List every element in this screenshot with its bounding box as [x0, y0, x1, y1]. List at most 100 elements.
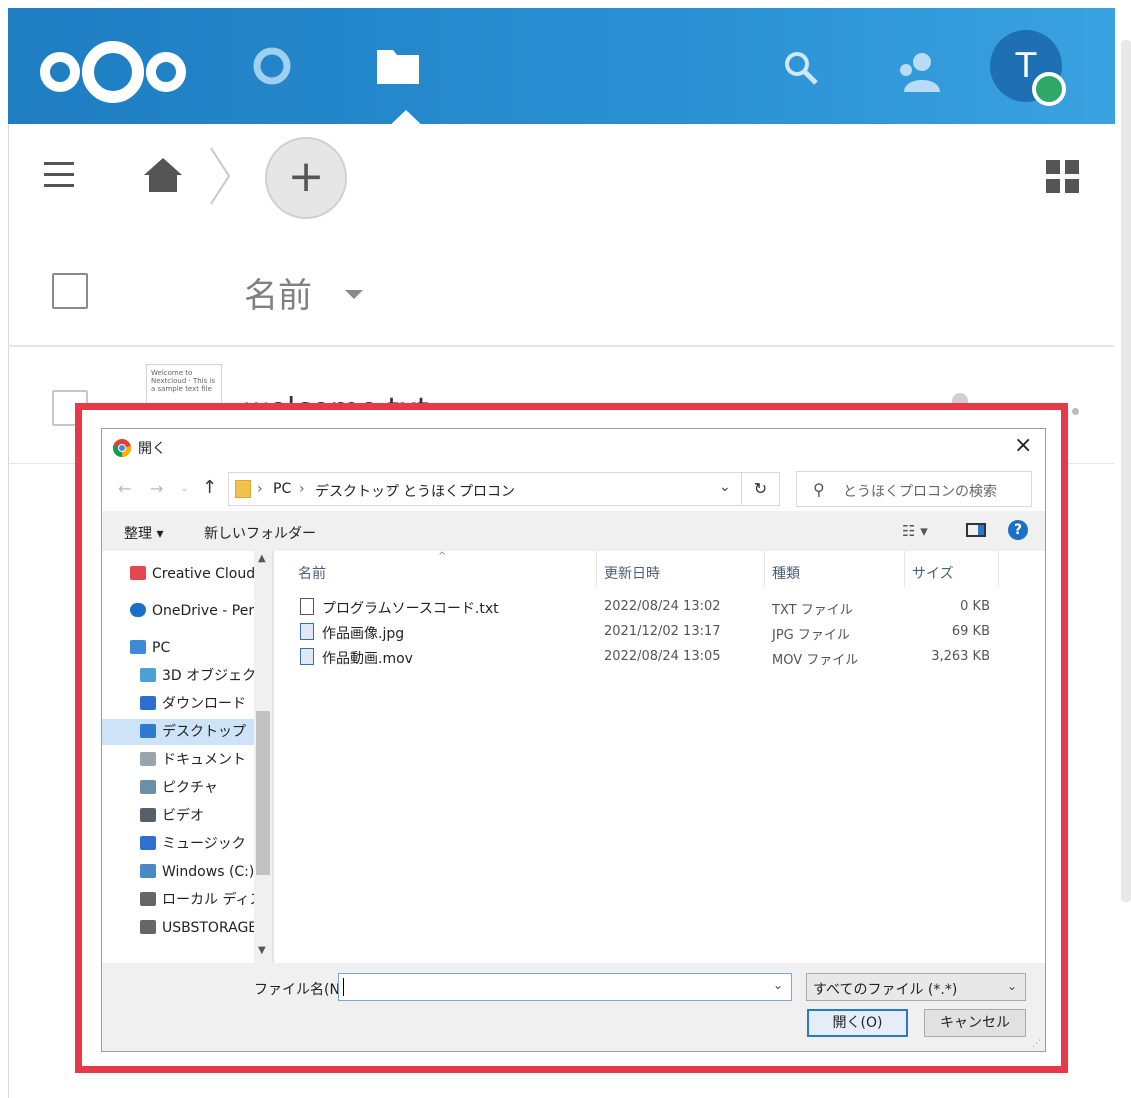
nav-item[interactable]: 3D オブジェクト [102, 663, 254, 689]
files-folder-icon[interactable] [377, 46, 419, 84]
chevron-icon[interactable]: › [299, 481, 305, 497]
nav-item-label: ローカル ディスク [162, 892, 254, 908]
nav-item[interactable]: ローカル ディスク [102, 887, 254, 913]
active-app-indicator [383, 110, 429, 132]
file-type: TXT ファイル [772, 603, 853, 618]
name-column-header[interactable]: 名前 [244, 268, 312, 317]
image-file-icon [300, 623, 314, 640]
file-list: ^ 名前 更新日時 種類 サイズ プログラムソースコード.txt 2022/08/… [274, 551, 1045, 963]
column-separator[interactable] [596, 551, 597, 587]
file-row[interactable]: 作品動画.mov 2022/08/24 13:05 MOV ファイル 3,263 KB [274, 645, 1045, 669]
file-row[interactable]: 作品画像.jpg 2021/12/02 13:17 JPG ファイル 69 KB [274, 620, 1045, 644]
nav-item[interactable]: OneDrive - Personal [102, 598, 254, 624]
nav-item-label: ビデオ [162, 808, 204, 824]
onedrive-icon [130, 603, 146, 617]
menu-icon[interactable] [44, 160, 74, 190]
nav-item[interactable]: デスクトップ [102, 719, 254, 745]
column-header-name[interactable]: 名前 [298, 563, 326, 583]
filename-label: ファイル名(N): [254, 982, 351, 998]
forward-arrow-icon[interactable]: → [150, 479, 163, 498]
column-separator[interactable] [998, 551, 999, 587]
navigation-pane: Creative Cloud Files OneDrive - Personal P… [102, 551, 272, 963]
resize-grip-icon[interactable]: ⋰ [1032, 1039, 1041, 1049]
search-icon[interactable] [783, 50, 819, 86]
navigation-bar: ← → ⌄ ↑ › PC › デスクトップ › とうほくプロコン ⌄ ↻ ⚲ と… [102, 465, 1045, 511]
nav-item[interactable]: Windows (C:) [102, 859, 254, 885]
column-header-date[interactable]: 更新日時 [604, 563, 660, 583]
help-icon[interactable]: ? [1008, 520, 1028, 540]
filetype-value: すべてのファイル (*.*) [813, 982, 958, 998]
chevron-down-icon[interactable]: ⌄ [719, 479, 731, 495]
up-arrow-icon[interactable]: ↑ [202, 477, 217, 498]
file-row[interactable]: プログラムソースコード.txt 2022/08/24 13:02 TXT ファイル 0… [274, 595, 1045, 619]
column-separator[interactable] [904, 551, 905, 587]
view-options-icon[interactable]: ☷ ▾ [902, 522, 928, 540]
cancel-button[interactable]: キャンセル [924, 1009, 1026, 1037]
scroll-down-icon[interactable]: ▼ [258, 945, 266, 956]
row-menu-icon[interactable] [1072, 408, 1079, 415]
nav-item[interactable]: ビデオ [102, 803, 254, 829]
scroll-up-icon[interactable]: ▲ [258, 553, 266, 564]
close-icon[interactable]: × [1014, 433, 1032, 458]
recent-locations-icon[interactable]: ⌄ [180, 483, 188, 494]
download-icon [140, 696, 156, 710]
nav-item[interactable]: USBSTORAGE [102, 915, 254, 941]
folder-icon [235, 480, 251, 498]
address-bar[interactable]: › PC › デスクトップ › とうほくプロコン ⌄ [228, 472, 742, 506]
organize-button[interactable]: 整理 ▾ [124, 523, 163, 543]
new-folder-button[interactable]: 新しいフォルダー [204, 523, 316, 543]
select-all-checkbox[interactable] [52, 273, 88, 309]
home-icon[interactable] [144, 158, 182, 192]
local-disk-icon [140, 892, 156, 906]
nav-item[interactable]: PC [102, 635, 254, 661]
dialog-title-bar[interactable]: 開く × [102, 429, 1045, 465]
nav-item-label: PC [152, 640, 171, 656]
preview-pane-icon[interactable] [966, 523, 986, 537]
top-header [8, 8, 1115, 132]
search-input[interactable]: ⚲ とうほくプロコンの検索 [796, 471, 1032, 507]
file-type: MOV ファイル [772, 653, 859, 668]
column-separator[interactable] [764, 551, 765, 587]
search-icon: ⚲ [813, 480, 825, 499]
column-header-size[interactable]: サイズ [912, 563, 954, 583]
refresh-icon[interactable]: ↻ [742, 472, 780, 506]
chevron-down-icon[interactable]: ⌄ [773, 978, 783, 992]
nav-item-label: ドキュメント [162, 752, 246, 768]
page-scrollbar[interactable] [1121, 40, 1131, 902]
video-icon [140, 808, 156, 822]
grid-view-icon[interactable] [1046, 160, 1080, 194]
nav-item-label: ピクチャ [162, 780, 218, 796]
breadcrumb-current[interactable]: とうほくプロコン [403, 481, 515, 501]
creative-cloud-icon [130, 566, 146, 580]
scroll-thumb[interactable] [256, 711, 270, 875]
dashboard-icon[interactable] [252, 46, 292, 86]
column-header-type[interactable]: 種類 [772, 563, 800, 583]
nav-item-label: USBSTORAGE [162, 920, 254, 936]
nav-item[interactable]: Creative Cloud Files [102, 561, 254, 587]
pc-icon [130, 640, 146, 654]
nav-item-label: 3D オブジェクト [162, 668, 254, 684]
nav-scrollbar[interactable]: ▲ ▼ [254, 551, 272, 963]
file-name: プログラムソースコード.txt [322, 601, 499, 617]
breadcrumb-pc[interactable]: PC [273, 481, 291, 497]
new-file-button[interactable]: + [265, 137, 347, 219]
nav-item-label: Windows (C:) [162, 864, 254, 880]
nextcloud-logo[interactable] [38, 36, 188, 108]
nav-item[interactable]: ダウンロード [102, 691, 254, 717]
open-file-dialog: 開く × ← → ⌄ ↑ › PC › デスクトップ › とうほくプロコン ⌄ … [101, 428, 1046, 1052]
contacts-icon[interactable] [896, 50, 942, 92]
filetype-select[interactable]: すべてのファイル (*.*) ⌄ [806, 973, 1026, 1001]
chevron-icon[interactable]: › [387, 481, 393, 497]
sort-caret-icon[interactable] [345, 290, 363, 299]
back-arrow-icon[interactable]: ← [118, 479, 131, 498]
file-size: 0 KB [960, 599, 990, 614]
nav-item[interactable]: ピクチャ [102, 775, 254, 801]
nav-item-label: デスクトップ [162, 724, 246, 740]
nav-item-label: OneDrive - Personal [152, 603, 254, 619]
chevron-icon[interactable]: › [257, 481, 263, 497]
nav-item[interactable]: ドキュメント [102, 747, 254, 773]
filename-input[interactable]: ⌄ [338, 973, 792, 1001]
nav-item[interactable]: ミュージック [102, 831, 254, 857]
open-button[interactable]: 開く(O) [807, 1009, 908, 1037]
chrome-icon [113, 439, 131, 457]
